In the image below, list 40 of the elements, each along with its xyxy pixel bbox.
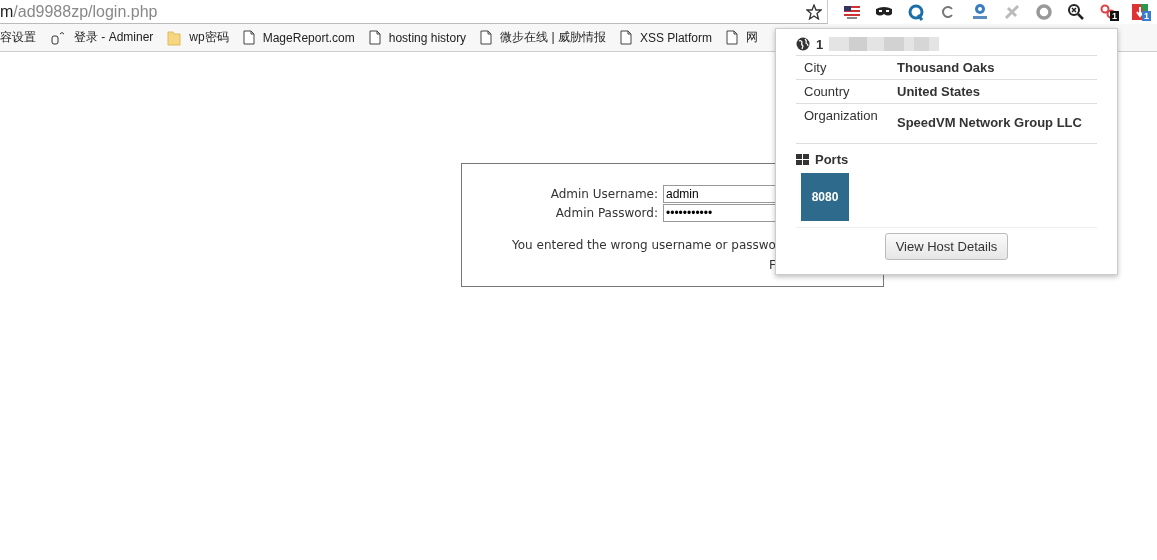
info-label: City (804, 60, 828, 75)
link-icon[interactable] (1099, 3, 1117, 21)
page-icon (368, 30, 381, 45)
info-label: Organization (804, 108, 879, 125)
page-icon (619, 30, 632, 45)
grid-icon (796, 154, 809, 165)
count-badge: 1 (1110, 11, 1119, 21)
bookmark-item[interactable]: hosting history (388, 30, 467, 45)
page-icon (242, 30, 255, 45)
folder-icon (167, 29, 182, 46)
field-label: Admin Username: (549, 187, 659, 201)
info-value: Thousand Oaks (897, 60, 995, 75)
bookmark-item[interactable]: wp密码 (189, 29, 229, 46)
count-badge: 1 (1142, 11, 1151, 21)
bookmark-item[interactable]: XSS Platform (639, 30, 712, 45)
ip-address: 1 (816, 36, 824, 52)
error-message: You entered the wrong username or passwo (512, 238, 777, 252)
view-details-button[interactable]: View Host Details (884, 233, 1009, 260)
ring-icon[interactable] (1035, 3, 1053, 21)
bookmark-item[interactable]: 容设置 (0, 29, 36, 46)
bookmark-item[interactable]: 网 (745, 29, 758, 46)
field-label: Admin Password: (554, 206, 659, 220)
globe-icon (796, 37, 810, 51)
flag-icon[interactable] (843, 4, 861, 20)
info-label: Country (804, 84, 851, 99)
bookmark-item[interactable]: 微步在线 | 威胁情报 (500, 29, 606, 46)
page-icon (725, 30, 738, 45)
page-icon (480, 30, 493, 45)
info-value: SpeedVM Network Group LLC (897, 115, 1082, 132)
info-value: United States (897, 84, 981, 99)
q-icon[interactable] (907, 3, 925, 21)
stamp-icon[interactable] (971, 3, 989, 21)
mask-icon[interactable] (875, 6, 893, 18)
bookmark-item[interactable]: 登录 - Adminer (74, 29, 154, 46)
c-icon[interactable] (941, 5, 955, 19)
search-icon[interactable] (1067, 3, 1085, 21)
bookmark-item[interactable]: MageReport.com (262, 30, 355, 45)
port-tile: 8080 (801, 173, 849, 221)
star-icon[interactable] (806, 3, 822, 20)
section-title: Ports (815, 152, 849, 167)
